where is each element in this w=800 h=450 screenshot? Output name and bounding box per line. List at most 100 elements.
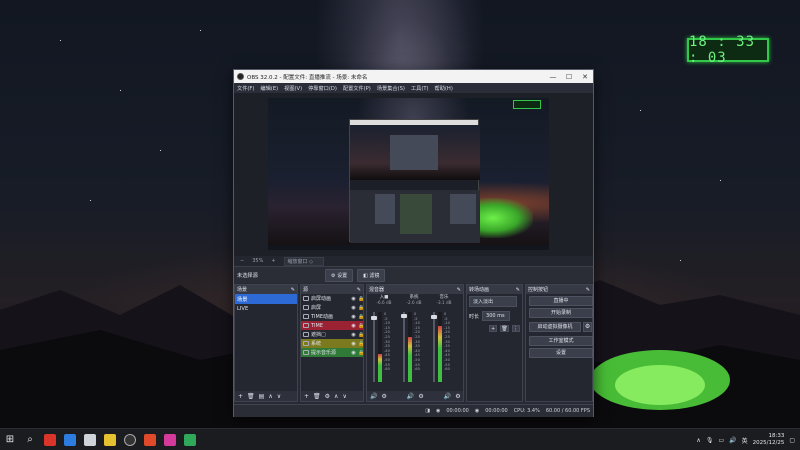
dock-float-icon[interactable]: ✎ — [586, 287, 590, 293]
lock-icon[interactable]: 🔒 — [358, 332, 364, 338]
notification-icon[interactable]: ▢ — [789, 437, 795, 444]
dock-float-icon[interactable]: ✎ — [516, 287, 520, 293]
zoom-mode-select[interactable]: 缩放窗口 ◇ — [283, 256, 324, 266]
menu-scene-collection[interactable]: 场景集合(S) — [377, 85, 405, 92]
zoom-in-icon[interactable]: + — [271, 258, 275, 264]
eye-icon[interactable]: ◉ — [351, 332, 356, 338]
gear-icon[interactable]: ⚙ — [381, 393, 386, 400]
menu-view[interactable]: 视图(V) — [284, 85, 302, 92]
add-icon[interactable]: + — [304, 393, 309, 400]
gear-icon[interactable]: ⚙ — [418, 393, 423, 400]
lock-icon[interactable]: 🔒 — [358, 305, 364, 311]
speaker-icon[interactable]: 🔊 — [407, 393, 414, 400]
remove-transition-button[interactable]: 🗑 — [500, 325, 509, 332]
windows-start-icon[interactable]: ⊞ — [0, 429, 20, 450]
scale-tick: -60 — [444, 367, 450, 372]
source-settings-button[interactable]: ⚙ 设置 — [325, 268, 354, 282]
menu-docks[interactable]: 停靠窗口(D) — [308, 85, 337, 92]
taskbar-app-icon[interactable] — [100, 429, 120, 450]
settings-button[interactable]: 设置 — [529, 348, 593, 358]
add-transition-button[interactable]: + — [489, 325, 498, 332]
down-arrow-icon[interactable]: ∨ — [342, 393, 346, 400]
source-item[interactable]: TIME动画 ◉ 🔒 — [301, 312, 364, 321]
lock-icon[interactable]: 🔒 — [358, 314, 364, 320]
close-button[interactable]: ✕ — [577, 70, 593, 83]
source-item[interactable]: 遮挡□ ◉ 🔒 — [301, 330, 364, 339]
stop-streaming-button[interactable]: 直播中 — [529, 296, 593, 306]
start-virtual-camera-button[interactable]: 启动虚拟摄像机 — [529, 322, 582, 332]
gear-icon[interactable]: ⚙ — [455, 393, 460, 400]
dock-float-icon[interactable]: ✎ — [457, 287, 461, 293]
obs-taskbar-icon[interactable] — [120, 429, 140, 450]
source-item[interactable]: 系统 ◉ 🔒 — [301, 339, 364, 348]
volume-fader[interactable] — [401, 312, 407, 382]
menu-file[interactable]: 文件(F) — [237, 85, 254, 92]
search-icon[interactable]: ⌕ — [20, 429, 40, 450]
up-arrow-icon[interactable]: ∧ — [334, 393, 338, 400]
add-icon[interactable]: + — [238, 393, 243, 400]
source-item[interactable]: TIME ◉ 🔒 — [301, 321, 364, 330]
scene-item[interactable]: 场景 — [235, 294, 297, 304]
menu-profile[interactable]: 配置文件(P) — [343, 85, 371, 92]
network-icon[interactable]: ▭ — [718, 437, 724, 444]
eye-icon[interactable]: ◉ — [351, 296, 356, 302]
fader-knob[interactable] — [431, 315, 437, 319]
transition-menu-button[interactable]: ⋮ — [511, 325, 520, 332]
fader-knob[interactable] — [371, 316, 377, 320]
gear-icon[interactable]: ⚙ — [325, 393, 330, 400]
taskbar-app-icon[interactable] — [160, 429, 180, 450]
source-item[interactable]: 提示音乐源 ◉ 🔒 — [301, 348, 364, 357]
lock-icon[interactable]: 🔒 — [358, 341, 364, 347]
taskbar-clock[interactable]: 18:33 2025/12/25 — [753, 433, 785, 447]
source-item[interactable]: 启屏动画 ◉ 🔒 — [301, 294, 364, 303]
input-language[interactable]: 英 — [742, 436, 748, 445]
dock-float-icon[interactable]: ✎ — [291, 287, 295, 293]
taskbar-app-icon[interactable] — [140, 429, 160, 450]
scene-item[interactable]: LIVE — [235, 304, 297, 314]
minimize-button[interactable]: — — [545, 70, 561, 83]
taskbar-app-icon[interactable] — [180, 429, 200, 450]
source-filters-button[interactable]: ◧ 滤镜 — [357, 268, 386, 282]
volume-icon[interactable]: 🔊 — [729, 437, 736, 444]
maximize-button[interactable]: ☐ — [561, 70, 577, 83]
program-preview[interactable] — [268, 98, 549, 250]
down-arrow-icon[interactable]: ∨ — [277, 393, 281, 400]
lock-icon[interactable]: 🔒 — [358, 296, 364, 302]
taskbar-app-icon[interactable] — [40, 429, 60, 450]
title-bar[interactable]: OBS 32.0.2 - 配置文件: 直播推流 - 场景: 未命名 — ☐ ✕ — [234, 70, 593, 83]
studio-mode-button[interactable]: 工作室模式 — [529, 336, 593, 346]
volume-fader[interactable] — [371, 312, 377, 382]
fader-knob[interactable] — [401, 314, 407, 318]
filter-icon[interactable]: ▤ — [259, 393, 265, 400]
source-item[interactable]: 启屏 ◉ 🔒 — [301, 303, 364, 312]
chevron-up-icon[interactable]: ∧ — [696, 437, 700, 444]
trash-icon[interactable]: 🗑 — [247, 393, 255, 400]
trash-icon[interactable]: 🗑 — [313, 393, 321, 400]
eye-icon[interactable]: ◉ — [351, 314, 356, 320]
zoom-out-icon[interactable]: − — [240, 258, 244, 264]
speaker-icon[interactable]: 🔊 — [444, 393, 451, 400]
eye-icon[interactable]: ◉ — [351, 341, 356, 347]
source-type-icon — [303, 314, 309, 319]
transition-type-select[interactable]: 淡入淡出 — [469, 296, 517, 307]
menu-tools[interactable]: 工具(T) — [411, 85, 429, 92]
eye-icon[interactable]: ◉ — [351, 350, 356, 356]
lock-icon[interactable]: 🔒 — [358, 323, 364, 329]
speaker-icon[interactable]: 🔊 — [370, 393, 377, 400]
menu-help[interactable]: 帮助(H) — [435, 85, 453, 92]
up-arrow-icon[interactable]: ∧ — [268, 393, 272, 400]
obs-window[interactable]: OBS 32.0.2 - 配置文件: 直播推流 - 场景: 未命名 — ☐ ✕ … — [233, 69, 594, 417]
start-recording-button[interactable]: 开始录制 — [529, 308, 593, 318]
duration-input[interactable]: 300 ms — [482, 311, 511, 321]
taskbar-app-icon[interactable] — [60, 429, 80, 450]
eye-icon[interactable]: ◉ — [351, 305, 356, 311]
gear-icon[interactable]: ⚙ — [583, 322, 592, 332]
dock-float-icon[interactable]: ✎ — [357, 287, 361, 293]
taskbar-app-icon[interactable] — [80, 429, 100, 450]
source-settings-label: 设置 — [337, 272, 348, 279]
volume-fader[interactable] — [431, 312, 437, 382]
microphone-icon[interactable]: 🎙 — [706, 437, 714, 444]
menu-edit[interactable]: 编辑(E) — [260, 85, 278, 92]
eye-icon[interactable]: ◉ — [351, 323, 356, 329]
lock-icon[interactable]: 🔒 — [358, 350, 364, 356]
